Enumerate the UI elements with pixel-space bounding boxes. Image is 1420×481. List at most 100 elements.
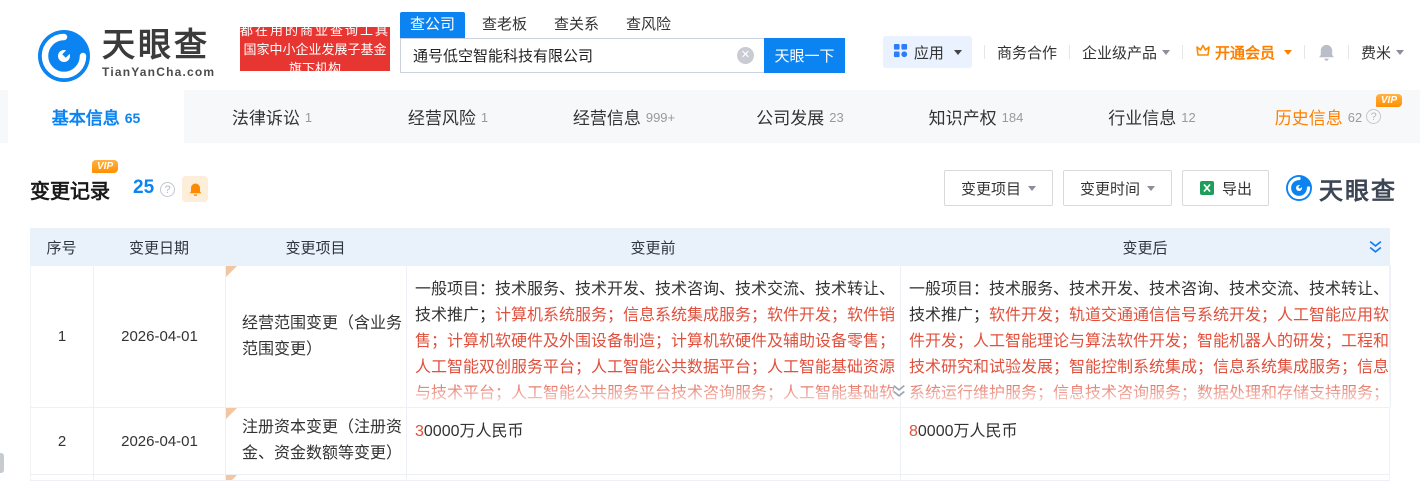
- tianyancha-logo-icon: [36, 28, 92, 84]
- search-tab-boss[interactable]: 查老板: [482, 12, 527, 38]
- caret-down-icon: [954, 50, 962, 55]
- apps-grid-icon: [893, 43, 908, 62]
- filter-label: 变更项目: [961, 178, 1021, 199]
- enterprise-label: 企业级产品: [1082, 42, 1157, 63]
- tianyancha-logo-icon: [1285, 174, 1313, 202]
- col-header-no: 序号: [30, 228, 93, 266]
- search-tab-company[interactable]: 查公司: [400, 12, 465, 38]
- tab-count: 999+: [646, 110, 675, 125]
- vip-badge: VIP: [1376, 94, 1402, 107]
- tab-count: 23: [829, 110, 843, 125]
- search-input[interactable]: [400, 38, 764, 73]
- tab-business-risk[interactable]: 经营风险 1: [360, 90, 536, 143]
- caret-down-icon: [1028, 186, 1036, 191]
- tab-label: 行业信息: [1108, 104, 1176, 129]
- collapse-all-icon[interactable]: [1368, 240, 1383, 260]
- search-tab-relation[interactable]: 查关系: [554, 12, 599, 38]
- brand-domain: TianYanCha.com: [102, 65, 215, 79]
- section-title: 变更记录: [30, 175, 110, 204]
- filter-change-time-button[interactable]: 变更时间: [1063, 170, 1172, 206]
- tab-label: 历史信息: [1275, 104, 1343, 129]
- apps-menu-button[interactable]: 应用: [883, 36, 972, 68]
- after-text: 80000万人民币: [909, 423, 1018, 440]
- change-item-text: 经营范围变更（含业务范围变更）: [242, 311, 404, 363]
- user-menu[interactable]: 费米: [1361, 42, 1404, 63]
- open-vip-label: 开通会员: [1215, 42, 1275, 63]
- scrollbar-thumb[interactable]: [0, 453, 4, 473]
- search-tab-risk[interactable]: 查风险: [626, 12, 671, 38]
- divider: [1182, 45, 1183, 59]
- enterprise-products-menu[interactable]: 企业级产品: [1082, 42, 1170, 63]
- tab-basic-info[interactable]: 基本信息 65: [8, 90, 184, 143]
- tab-count: 12: [1181, 110, 1195, 125]
- bell-icon: [188, 182, 203, 197]
- slogan-banner: 都在用的商业查询工具 国家中小企业发展子基金旗下机构: [240, 27, 390, 71]
- cell-after: 一般项目：技术服务、技术开发、技术咨询、技术交流、技术转让、技术推广；软件开发；…: [901, 266, 1391, 407]
- cell-corner-marker: [226, 266, 237, 277]
- top-nav: 应用 商务合作 企业级产品 开通会员: [883, 36, 1404, 68]
- search-button[interactable]: 天眼一下: [764, 38, 845, 73]
- change-records-section: VIP 变更记录 25 ? 变更项目 变更时间: [0, 143, 1420, 228]
- cell-corner-marker: [226, 408, 237, 419]
- section-count: 25: [133, 177, 154, 199]
- crown-icon: [1195, 42, 1211, 62]
- table-toolbar: 变更项目 变更时间 导出 天: [934, 170, 1397, 206]
- notifications-bell-icon[interactable]: [1317, 43, 1336, 62]
- tab-count: 1: [481, 110, 488, 125]
- slogan-line2: 国家中小企业发展子基金旗下机构: [240, 40, 390, 78]
- caret-down-icon: [1162, 50, 1170, 55]
- cell-no: 2: [31, 408, 94, 474]
- cell-before: 一般项目：技术服务、技术开发、技术咨询、技术交流、技术转让、技术推广；计算机系统…: [407, 266, 901, 407]
- col-header-item: 变更项目: [225, 228, 406, 266]
- clear-icon[interactable]: ✕: [737, 47, 754, 64]
- tab-count: 1: [305, 110, 312, 125]
- cell-date: 2026-04-01: [94, 408, 226, 474]
- site-header: 天眼查 TianYanCha.com 都在用的商业查询工具 国家中小企业发展子基…: [0, 0, 1420, 90]
- tab-company-development[interactable]: 公司发展 23: [712, 90, 888, 143]
- expand-row-icon[interactable]: [891, 384, 907, 404]
- tab-business-info[interactable]: 经营信息 999+: [536, 90, 712, 143]
- open-vip-menu[interactable]: 开通会员: [1195, 42, 1292, 63]
- tab-industry-info[interactable]: 行业信息 12: [1064, 90, 1240, 143]
- search-area: 查公司 查老板 查关系 查风险 ✕ 天眼一下: [400, 12, 845, 73]
- table-row: 1 2026-04-01 经营范围变更（含业务范围变更） 一般项目：技术服务、技…: [30, 266, 1390, 408]
- business-coop-link[interactable]: 商务合作: [997, 42, 1057, 63]
- before-text: 30000万人民币: [415, 423, 524, 440]
- question-icon[interactable]: ?: [160, 182, 175, 197]
- cell-change-item: 经营范围变更（含业务范围变更）: [226, 266, 407, 407]
- tab-label: 知识产权: [929, 104, 997, 129]
- tab-count: 65: [125, 110, 141, 126]
- cell-change-item: 注册资本变更（注册资金、资金数额等变更）: [226, 408, 407, 474]
- site-logo[interactable]: 天眼查 TianYanCha.com: [36, 28, 215, 84]
- export-label: 导出: [1222, 178, 1252, 199]
- text-fade-overlay: [407, 377, 900, 407]
- watermark-text: 天眼查: [1319, 171, 1397, 206]
- tab-intellectual-property[interactable]: 知识产权 184: [888, 90, 1064, 143]
- table-row: 2 2026-04-01 注册资本变更（注册资金、资金数额等变更） 30000万…: [30, 408, 1390, 475]
- filter-change-item-button[interactable]: 变更项目: [944, 170, 1053, 206]
- company-tab-bar: 基本信息 65 法律诉讼 1 经营风险 1 经营信息 999+ 公司发展 23 …: [0, 90, 1420, 143]
- cell-after: 80000万人民币: [901, 408, 1391, 474]
- caret-down-icon: [1284, 50, 1292, 55]
- tab-label: 法律诉讼: [232, 104, 300, 129]
- brand-name: 天眼查: [102, 28, 215, 62]
- watermark-logo: 天眼查: [1285, 171, 1397, 206]
- question-icon[interactable]: ?: [1366, 109, 1381, 124]
- col-header-after: 变更后: [900, 228, 1390, 266]
- col-header-date: 变更日期: [93, 228, 225, 266]
- tab-label: 基本信息: [52, 104, 120, 129]
- tab-lawsuits[interactable]: 法律诉讼 1: [184, 90, 360, 143]
- export-button[interactable]: 导出: [1182, 170, 1269, 206]
- apps-label: 应用: [914, 42, 944, 63]
- subscribe-bell-button[interactable]: [182, 176, 208, 202]
- slogan-line1: 都在用的商业查询工具: [240, 21, 390, 40]
- change-item-text: 注册资本变更（注册资金、资金数额等变更）: [242, 415, 404, 467]
- table-header-row: 序号 变更日期 变更项目 变更前 变更后: [30, 228, 1390, 266]
- tab-label: 公司发展: [756, 104, 824, 129]
- search-tabs: 查公司 查老板 查关系 查风险: [400, 12, 845, 38]
- user-name: 费米: [1361, 42, 1391, 63]
- cell-date: 2026-04-01: [94, 266, 226, 407]
- tab-count: 184: [1002, 110, 1024, 125]
- table-row: [30, 475, 1390, 481]
- tab-history-info[interactable]: VIP 历史信息 62 ?: [1240, 90, 1416, 143]
